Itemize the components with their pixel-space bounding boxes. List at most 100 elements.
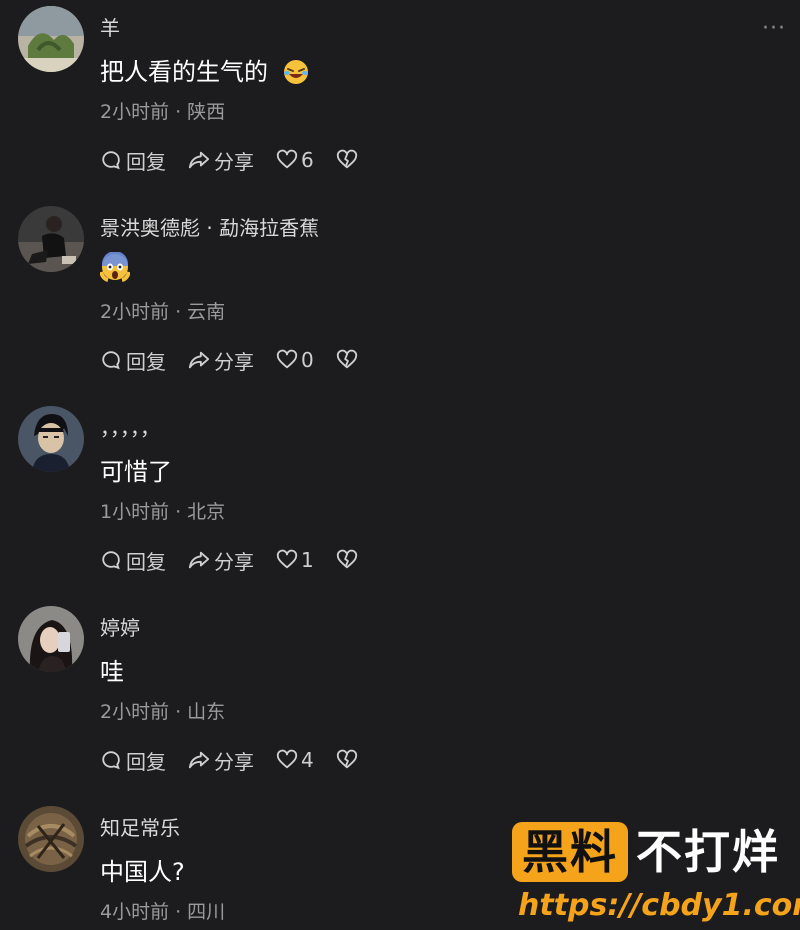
comment-text-content: 中国人? xyxy=(100,858,185,886)
avatar[interactable] xyxy=(18,606,84,672)
comment-meta: 4小时前 · 四川 xyxy=(100,897,225,924)
reply-icon xyxy=(102,751,120,770)
comment-actions: 回复 分享 4 xyxy=(100,746,384,774)
comment-item: 羊 把人看的生气的 2小时前 · 陕西 回复 分享 6 xyxy=(0,0,800,200)
comment-time: 1小时前 xyxy=(100,501,170,523)
username[interactable]: ，，，，， xyxy=(100,412,160,441)
comment-text: 可惜了 xyxy=(100,452,172,487)
like-button[interactable]: 6 xyxy=(276,148,314,172)
like-count: 0 xyxy=(301,348,314,372)
screaming-face-emoji-icon xyxy=(99,251,131,284)
comment-text-content: 把人看的生气的 xyxy=(100,58,268,86)
meta-separator: · xyxy=(175,501,182,523)
username[interactable]: 羊 xyxy=(100,12,120,41)
share-icon xyxy=(188,351,210,369)
like-count: 1 xyxy=(301,548,314,572)
comment-location: 陕西 xyxy=(187,101,226,123)
avatar[interactable] xyxy=(18,206,84,272)
reply-label: 回复 xyxy=(126,149,166,174)
dislike-button[interactable] xyxy=(336,749,362,771)
reply-button[interactable]: 回复 xyxy=(100,346,166,375)
share-button[interactable]: 分享 xyxy=(188,346,254,375)
reply-button[interactable]: 回复 xyxy=(100,146,166,175)
share-icon xyxy=(188,151,210,169)
reply-icon xyxy=(102,151,120,170)
watermark-url: https://cbdy1.com xyxy=(518,888,800,923)
laughing-crying-emoji-icon xyxy=(276,58,310,88)
comment-time: 4小时前 xyxy=(100,901,170,923)
username[interactable]: 景洪奥德彪 · 勐海拉香蕉 xyxy=(100,212,319,241)
avatar-image xyxy=(18,6,84,72)
avatar-image xyxy=(18,206,84,272)
avatar[interactable] xyxy=(18,406,84,472)
share-label: 分享 xyxy=(214,549,254,574)
dislike-button[interactable] xyxy=(336,149,362,171)
comment-location: 四川 xyxy=(187,901,226,923)
avatar-image xyxy=(18,806,84,872)
heart-icon xyxy=(276,149,298,169)
dislike-button[interactable] xyxy=(336,549,362,571)
share-label: 分享 xyxy=(214,749,254,774)
share-icon xyxy=(188,551,210,569)
reply-label: 回复 xyxy=(126,549,166,574)
watermark: 黑料 不打烊 https://cbdy1.com xyxy=(512,820,800,930)
comment-text xyxy=(99,251,131,284)
like-count: 6 xyxy=(301,148,314,172)
username[interactable]: 知足常乐 xyxy=(100,812,180,841)
meta-separator: · xyxy=(175,901,182,923)
comment-location: 云南 xyxy=(187,301,226,323)
broken-heart-icon xyxy=(336,749,357,769)
broken-heart-icon xyxy=(336,349,357,369)
watermark-brand-left: 黑料 xyxy=(512,822,628,882)
reply-label: 回复 xyxy=(126,349,166,374)
comment-time: 2小时前 xyxy=(100,301,170,323)
comment-actions: 回复 分享 1 xyxy=(100,546,384,574)
heart-icon xyxy=(276,549,298,569)
share-button[interactable]: 分享 xyxy=(188,546,254,575)
comment-text-content: 可惜了 xyxy=(100,458,172,486)
meta-separator: · xyxy=(175,301,182,323)
comment-time: 2小时前 xyxy=(100,101,170,123)
avatar-image xyxy=(18,406,84,472)
comment-item: 婷婷 哇 2小时前 · 山东 回复 分享 4 xyxy=(0,600,800,800)
comment-text-content: 哇 xyxy=(100,658,124,686)
avatar-image xyxy=(18,606,84,672)
reply-button[interactable]: 回复 xyxy=(100,546,166,575)
broken-heart-icon xyxy=(336,549,357,569)
share-button[interactable]: 分享 xyxy=(188,146,254,175)
share-label: 分享 xyxy=(214,149,254,174)
share-label: 分享 xyxy=(214,349,254,374)
username[interactable]: 婷婷 xyxy=(100,612,140,641)
comment-meta: 2小时前 · 云南 xyxy=(100,297,225,324)
comment-time: 2小时前 xyxy=(100,701,170,723)
comment-text: 哇 xyxy=(100,652,124,687)
comment-text: 中国人? xyxy=(100,852,185,887)
reply-label: 回复 xyxy=(126,749,166,774)
avatar[interactable] xyxy=(18,806,84,872)
like-button[interactable]: 1 xyxy=(276,548,314,572)
broken-heart-icon xyxy=(336,149,357,169)
like-button[interactable]: 4 xyxy=(276,748,314,772)
comment-actions: 回复 分享 6 xyxy=(100,146,384,174)
comment-meta: 1小时前 · 北京 xyxy=(100,497,225,524)
comment-actions: 回复 分享 0 xyxy=(100,346,384,374)
like-button[interactable]: 0 xyxy=(276,348,314,372)
comment-item: ，，，，， 可惜了 1小时前 · 北京 回复 分享 1 xyxy=(0,400,800,600)
share-icon xyxy=(188,751,210,769)
heart-icon xyxy=(276,749,298,769)
comment-meta: 2小时前 · 山东 xyxy=(100,697,225,724)
share-button[interactable]: 分享 xyxy=(188,746,254,775)
avatar[interactable] xyxy=(18,6,84,72)
comment-item: 景洪奥德彪 · 勐海拉香蕉 2小时前 · 云南 回复 分享 0 xyxy=(0,200,800,400)
heart-icon xyxy=(276,349,298,369)
dislike-button[interactable] xyxy=(336,349,362,371)
reply-icon xyxy=(102,351,120,370)
like-count: 4 xyxy=(301,748,314,772)
comment-location: 山东 xyxy=(187,701,226,723)
watermark-brand-right: 不打烊 xyxy=(636,825,780,879)
reply-icon xyxy=(102,551,120,570)
comment-meta: 2小时前 · 陕西 xyxy=(100,97,225,124)
meta-separator: · xyxy=(175,101,182,123)
comment-location: 北京 xyxy=(187,501,226,523)
reply-button[interactable]: 回复 xyxy=(100,746,166,775)
